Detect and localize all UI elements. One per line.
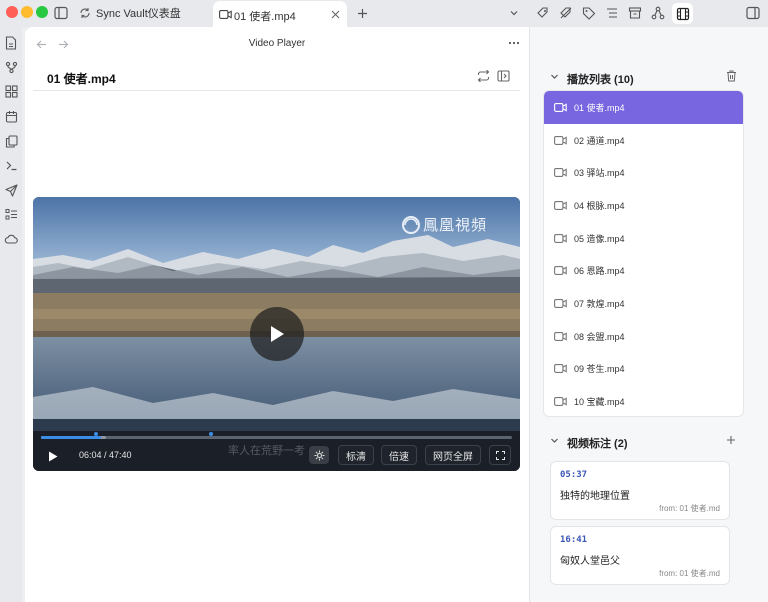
film-icon[interactable]	[672, 3, 693, 24]
annotation-card[interactable]: 16:41 匈奴人堂邑父 from: 01 使者.md	[550, 526, 730, 585]
video-icon	[554, 167, 567, 178]
playlist-item-label: 07 敦煌.mp4	[574, 299, 625, 310]
terminal-icon[interactable]	[3, 157, 19, 173]
time-display: 06:04 / 47:40	[79, 450, 132, 460]
video-icon	[554, 396, 567, 407]
playlist-item-label: 01 使者.mp4	[574, 102, 625, 113]
close-tab-icon[interactable]	[329, 8, 341, 20]
tab-label: 01 使者.mp4	[234, 11, 296, 23]
playlist-item-label: 10 宝藏.mp4	[574, 397, 625, 408]
page-title: 01 使者.mp4	[47, 72, 116, 86]
video-icon	[554, 265, 567, 276]
send-icon[interactable]	[3, 182, 19, 198]
graph-icon[interactable]	[650, 5, 666, 21]
playlist-item[interactable]: 02 通道.mp4	[544, 124, 743, 157]
annotation-timestamp[interactable]: 05:37	[560, 470, 587, 480]
new-tab-icon[interactable]	[355, 6, 369, 20]
cloud-icon[interactable]	[3, 231, 19, 247]
trash-icon[interactable]	[724, 69, 738, 83]
playlist-item-label: 02 通道.mp4	[574, 135, 625, 146]
loop-icon[interactable]	[475, 68, 491, 84]
annotation-source[interactable]: from: 01 使者.md	[659, 503, 720, 514]
speed-button[interactable]: 倍速	[381, 445, 417, 465]
more-options-icon[interactable]	[506, 36, 522, 50]
playlist-item[interactable]: 10 宝藏.mp4	[544, 385, 743, 416]
tab-dashboard[interactable]: Sync Vault仪表盘	[78, 2, 210, 24]
playlist-item-label: 09 苍生.mp4	[574, 364, 625, 375]
main-pane: Video Player 01 使者.mp4 鳳凰視頻 率人在荒野一考 06:0…	[25, 27, 529, 602]
playlist-item-label: 05 造像.mp4	[574, 233, 625, 244]
playlist-item-label: 06 恩路.mp4	[574, 266, 625, 277]
archive-icon[interactable]	[627, 5, 643, 21]
maximize-window-button[interactable]	[36, 6, 48, 18]
minimize-window-button[interactable]	[21, 6, 33, 18]
right-sidebar-toggle-icon[interactable]	[746, 6, 760, 20]
annotations-title: 视频标注 (2)	[567, 438, 628, 450]
progress-bar[interactable]	[41, 432, 512, 439]
tags-off-icon[interactable]	[558, 5, 574, 21]
playlist-item[interactable]: 08 会盟.mp4	[544, 320, 743, 353]
video-icon	[218, 7, 232, 21]
annotation-timestamp[interactable]: 16:41	[560, 535, 587, 545]
quality-button[interactable]: 标清	[338, 445, 374, 465]
annotation-text: 匈奴人堂邑父	[560, 556, 620, 567]
play-icon[interactable]	[45, 448, 61, 464]
close-window-button[interactable]	[6, 6, 18, 18]
copy-icon[interactable]	[3, 133, 19, 149]
fullscreen-icon[interactable]	[489, 445, 511, 465]
playlist-item[interactable]: 03 驿站.mp4	[544, 156, 743, 189]
playlist-item-label: 08 会盟.mp4	[574, 331, 625, 342]
side-panel: 播放列表 (10) 01 使者.mp4 02 通道.mp4 03 驿站.mp4 04 …	[529, 27, 768, 602]
playlist-item[interactable]: 06 恩路.mp4	[544, 255, 743, 288]
annotation-source[interactable]: from: 01 使者.md	[659, 568, 720, 579]
playlist-title: 播放列表 (10)	[567, 74, 634, 86]
panel-icon[interactable]	[495, 68, 511, 84]
annotation-marker[interactable]	[208, 432, 213, 436]
video-player[interactable]: 鳳凰視頻 率人在荒野一考 06:04 / 47:40 标清 倍速 网页全屏	[33, 197, 520, 471]
chevron-down-icon[interactable]	[507, 6, 521, 20]
grid-icon[interactable]	[3, 83, 19, 99]
chevron-down-icon[interactable]	[548, 434, 560, 446]
title-bar: Sync Vault仪表盘 01 使者.mp4	[0, 0, 768, 27]
video-icon	[554, 200, 567, 211]
video-icon	[554, 102, 567, 113]
divider	[33, 90, 520, 91]
sidebar-toggle-icon[interactable]	[54, 6, 68, 20]
tab-label: Sync Vault仪表盘	[96, 8, 181, 20]
playlist-item[interactable]: 05 造像.mp4	[544, 222, 743, 255]
video-icon	[554, 363, 567, 374]
tag-icon[interactable]	[581, 5, 597, 21]
video-watermark: 鳳凰視頻	[423, 217, 488, 234]
tab-video[interactable]: 01 使者.mp4	[213, 1, 347, 27]
playlist: 01 使者.mp4 02 通道.mp4 03 驿站.mp4 04 根脉.mp4 05 造…	[543, 90, 744, 417]
video-icon	[554, 233, 567, 244]
chevron-down-icon[interactable]	[548, 70, 560, 82]
playlist-item-label: 03 驿站.mp4	[574, 168, 625, 179]
big-play-button[interactable]	[250, 307, 304, 361]
playlist-item-label: 04 根脉.mp4	[574, 200, 625, 211]
ribbon	[0, 27, 22, 602]
video-icon	[554, 135, 567, 146]
video-icon	[554, 298, 567, 309]
outline-list-icon[interactable]	[604, 5, 620, 21]
add-annotation-icon[interactable]	[725, 434, 737, 446]
playlist-item[interactable]: 01 使者.mp4	[544, 91, 743, 124]
sync-icon	[78, 6, 92, 20]
fork-icon[interactable]	[3, 59, 19, 75]
video-icon	[554, 331, 567, 342]
progress-played	[41, 436, 101, 439]
file-icon[interactable]	[3, 35, 19, 51]
annotation-card[interactable]: 05:37 独特的地理位置 from: 01 使者.md	[550, 461, 730, 520]
checklist-icon[interactable]	[3, 206, 19, 222]
web-fullscreen-button[interactable]: 网页全屏	[425, 445, 481, 465]
tags-icon[interactable]	[535, 5, 551, 21]
view-title: Video Player	[248, 38, 306, 49]
annotation-text: 独特的地理位置	[560, 491, 630, 502]
subtitle-text: 率人在荒野一考	[228, 445, 305, 457]
playlist-item[interactable]: 04 根脉.mp4	[544, 189, 743, 222]
playlist-item[interactable]: 07 敦煌.mp4	[544, 287, 743, 320]
playlist-item[interactable]: 09 苍生.mp4	[544, 353, 743, 386]
calendar-icon[interactable]	[3, 108, 19, 124]
settings-icon[interactable]	[309, 446, 329, 464]
